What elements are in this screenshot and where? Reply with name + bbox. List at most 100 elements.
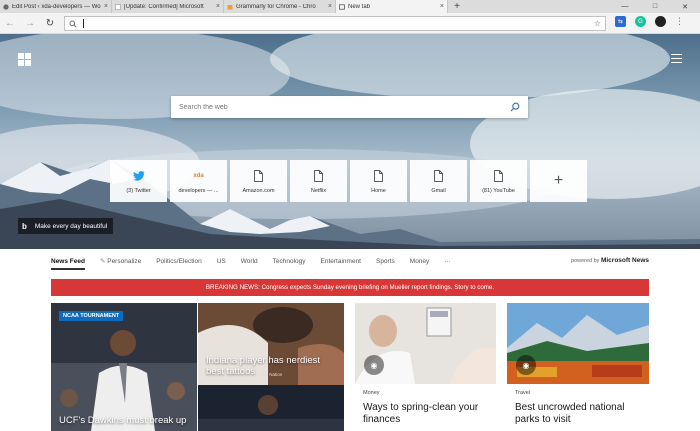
maximize-button[interactable]: □ xyxy=(640,0,670,13)
new-tab-button[interactable]: + xyxy=(448,0,466,13)
tile-home[interactable]: Home xyxy=(350,160,407,202)
nav-entertainment[interactable]: Entertainment xyxy=(321,258,361,265)
tile-netflix[interactable]: Netflix xyxy=(290,160,347,202)
card-headline: Best uncrowded national parks to visit xyxy=(515,402,625,425)
card-image: ◉ xyxy=(355,303,496,384)
page-icon xyxy=(314,170,323,182)
tile-twitter[interactable]: (3) Twitter xyxy=(110,160,167,202)
page-icon xyxy=(115,3,121,10)
breaking-news-text: BREAKING NEWS: Congress expects Sunday e… xyxy=(205,284,495,291)
news-card-travel[interactable]: ◉ Travel Best uncrowded national parks t… xyxy=(507,303,649,431)
breaking-news-banner[interactable]: BREAKING NEWS: Congress expects Sunday e… xyxy=(51,279,649,296)
powered-by: powered by Microsoft News xyxy=(571,257,649,264)
tile-label: Gmail xyxy=(431,187,446,194)
tab-microsoft-update[interactable]: [Update: Confirmed] Microsoft × xyxy=(112,0,224,13)
page-icon xyxy=(374,170,383,182)
hero-background: (3) Twitter xda developers — ... Amazon.… xyxy=(0,34,700,249)
back-button[interactable]: ← xyxy=(0,18,20,29)
camera-icon: ◉ xyxy=(364,355,384,375)
avatar[interactable] xyxy=(655,16,666,27)
star-icon[interactable]: ☆ xyxy=(594,19,601,28)
tile-amazon[interactable]: Amazon.com xyxy=(230,160,287,202)
card-image: ◉ xyxy=(507,303,649,384)
forward-button[interactable]: → xyxy=(20,18,40,29)
tab-new-tab[interactable]: New tab × xyxy=(336,0,448,13)
tile-label: Netflix xyxy=(310,187,327,194)
tile-label: developers — ... xyxy=(178,187,219,194)
card-category: Travel xyxy=(515,390,531,396)
tab-grammarly[interactable]: Grammarly for Chrome - Chro × xyxy=(224,0,336,13)
player-photo xyxy=(198,385,344,431)
more-menu-icon[interactable]: ⋮ xyxy=(675,16,684,27)
xda-icon: xda xyxy=(193,173,204,179)
browser-toolbar: ← → ↻ ☆ ⇆ G ⋮ xyxy=(0,13,700,34)
tab-close-icon[interactable]: × xyxy=(216,3,220,10)
tile-label: Amazon.com xyxy=(242,187,275,194)
bing-image-caption[interactable]: b Make every day beautiful xyxy=(18,218,114,234)
tab-strip: Edit Post ‹ xda-developers — Wo × [Updat… xyxy=(0,0,700,13)
minimize-button[interactable]: — xyxy=(610,0,640,13)
search-input[interactable] xyxy=(179,103,510,111)
card-source: SB Nation xyxy=(262,372,283,377)
camera-icon: ◉ xyxy=(516,355,536,375)
tile-gmail[interactable]: Gmail xyxy=(410,160,467,202)
nav-personalize[interactable]: ✎ Personalize xyxy=(100,257,141,265)
tile-label: (81) YouTube xyxy=(482,187,515,194)
window-controls: — □ ✕ xyxy=(610,0,700,13)
tab-title: [Update: Confirmed] Microsoft xyxy=(124,3,204,10)
nav-us[interactable]: US xyxy=(217,258,226,265)
page-icon xyxy=(434,170,443,182)
mountain-background xyxy=(0,34,700,249)
card-headline: UCF's Dawkins must break up xyxy=(59,415,187,426)
tile-label: Home xyxy=(371,187,386,194)
card-category: Money xyxy=(363,390,380,396)
tab-title: Grammarly for Chrome - Chro xyxy=(236,3,316,10)
web-search-box[interactable] xyxy=(171,96,528,118)
nav-politics[interactable]: Politics/Election xyxy=(156,258,202,265)
top-sites: (3) Twitter xda developers — ... Amazon.… xyxy=(110,160,587,202)
plus-icon: + xyxy=(553,172,564,189)
nav-news-feed[interactable]: News Feed xyxy=(51,258,85,270)
more-categories-icon[interactable]: ··· xyxy=(444,258,451,265)
address-bar[interactable]: ☆ xyxy=(64,16,606,31)
coach-photo xyxy=(51,303,197,431)
refresh-button[interactable]: ↻ xyxy=(40,18,60,29)
news-card-basketball[interactable] xyxy=(198,385,344,431)
tab-close-icon[interactable]: × xyxy=(104,3,108,10)
tab-close-icon[interactable]: × xyxy=(440,3,444,10)
microsoft-news-logo: Microsoft News xyxy=(600,257,649,264)
nav-personalize-label: Personalize xyxy=(107,258,142,265)
nav-technology[interactable]: Technology xyxy=(273,258,306,265)
tile-label: (3) Twitter xyxy=(126,187,151,194)
grammarly-icon[interactable]: G xyxy=(635,16,646,27)
settings-menu-icon[interactable] xyxy=(671,54,682,66)
search-icon xyxy=(69,20,77,28)
bing-logo-icon: b xyxy=(22,221,27,231)
nav-money[interactable]: Money xyxy=(410,258,430,265)
translate-icon[interactable]: ⇆ xyxy=(615,16,626,27)
new-tab-icon xyxy=(339,3,345,10)
chrome-store-icon xyxy=(227,4,233,9)
nav-world[interactable]: World xyxy=(241,258,258,265)
caption-text: Make every day beautiful xyxy=(34,222,108,230)
search-icon[interactable] xyxy=(510,102,520,112)
news-category-nav: News Feed ✎ Personalize Politics/Electio… xyxy=(0,249,700,273)
card-headline: Ways to spring-clean your finances xyxy=(363,402,479,425)
wordpress-icon xyxy=(3,3,9,10)
twitter-icon xyxy=(132,171,144,181)
extension-icons: ⇆ G ⋮ xyxy=(615,16,684,27)
add-tile-button[interactable]: + xyxy=(530,160,587,202)
windows-logo-icon[interactable] xyxy=(18,53,31,66)
tab-title: New tab xyxy=(348,3,371,10)
address-input[interactable] xyxy=(84,20,594,27)
tile-youtube[interactable]: (81) YouTube xyxy=(470,160,527,202)
nav-sports[interactable]: Sports xyxy=(376,258,395,265)
close-window-button[interactable]: ✕ xyxy=(670,0,700,13)
tab-edit-post[interactable]: Edit Post ‹ xda-developers — Wo × xyxy=(0,0,112,13)
news-card-money[interactable]: ◉ Money Ways to spring-clean your financ… xyxy=(355,303,496,431)
news-card-indiana[interactable]: Indiana player has nerdiest best tattoos… xyxy=(198,303,344,386)
news-card-ncaa[interactable]: NCAA TOURNAMENT UCF's Dawkins must break… xyxy=(51,303,197,431)
tile-xda-developers[interactable]: xda developers — ... xyxy=(170,160,227,202)
tab-close-icon[interactable]: × xyxy=(328,3,332,10)
category-badge: NCAA TOURNAMENT xyxy=(59,311,124,321)
